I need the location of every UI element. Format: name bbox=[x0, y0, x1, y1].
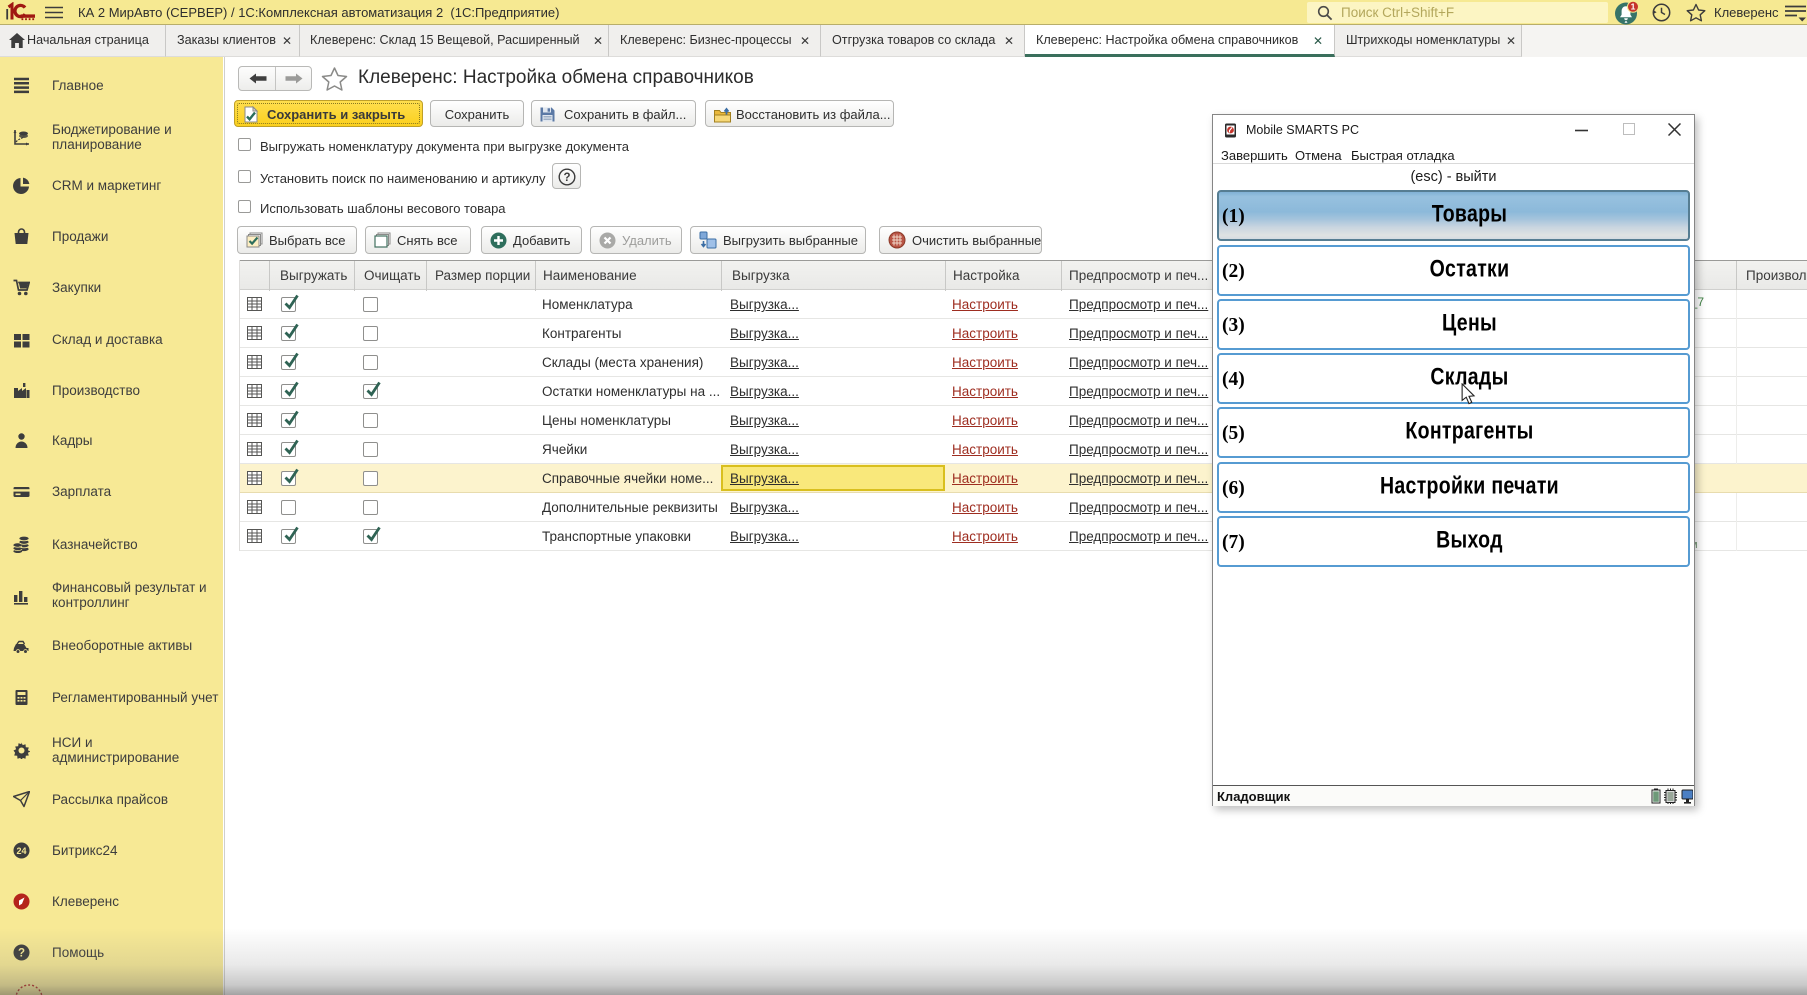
svg-text:?: ? bbox=[563, 172, 570, 184]
svg-text:24: 24 bbox=[16, 845, 26, 855]
svg-text:?: ? bbox=[18, 947, 25, 959]
svg-text:1: 1 bbox=[1631, 2, 1636, 12]
